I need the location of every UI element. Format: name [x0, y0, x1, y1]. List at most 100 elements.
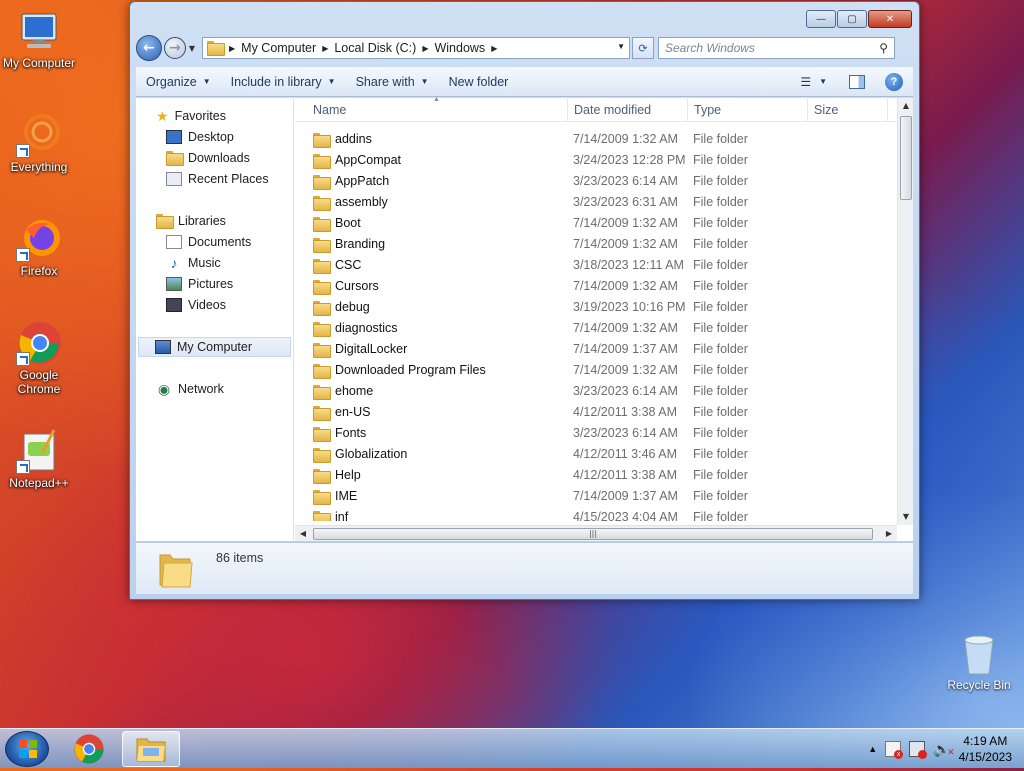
file-row[interactable]: inf 4/15/2023 4:04 AM File folder [295, 507, 897, 521]
nav-music[interactable]: ♪ Music [166, 253, 221, 273]
file-name-cell: Fonts [313, 423, 366, 444]
file-name-cell: en-US [313, 402, 370, 423]
horizontal-scroll-thumb[interactable]: ||| [313, 528, 873, 540]
file-date-modified: 7/14/2009 1:37 AM [573, 342, 678, 356]
file-row[interactable]: diagnostics 7/14/2009 1:32 AM File folder [295, 318, 897, 339]
include-in-library-menu[interactable]: Include in library ▼ [221, 75, 346, 89]
desktop-icon-label: Firefox [20, 264, 58, 278]
desktop-icon [166, 130, 182, 144]
minimize-button[interactable]: — [806, 10, 836, 28]
help-icon: ? [890, 75, 898, 88]
explorer-icon [136, 738, 166, 762]
file-row[interactable]: debug 3/19/2023 10:16 PM File folder [295, 297, 897, 318]
file-row[interactable]: Help 4/12/2011 3:38 AM File folder [295, 465, 897, 486]
column-header-type[interactable]: Type [688, 98, 808, 122]
file-date-modified: 7/14/2009 1:37 AM [573, 489, 678, 503]
file-row[interactable]: ehome 3/23/2023 6:14 AM File folder [295, 381, 897, 402]
action-center-icon[interactable]: x [885, 741, 904, 759]
shortcut-arrow-icon [16, 460, 30, 474]
column-header-size[interactable]: Size [808, 98, 888, 122]
scroll-right-icon[interactable]: ▶ [881, 526, 897, 542]
nav-my-computer[interactable]: My Computer [138, 337, 291, 357]
folder-icon [313, 280, 331, 295]
network-tray-icon[interactable] [909, 741, 928, 759]
navigation-pane: ★ Favorites Desktop Downloads Recent Pla… [136, 98, 294, 541]
file-date-modified: 3/23/2023 6:14 AM [573, 384, 678, 398]
breadcrumb-item[interactable]: Local Disk (C:) [334, 41, 416, 55]
new-folder-button[interactable]: New folder [439, 75, 519, 89]
nav-pictures[interactable]: Pictures [166, 274, 233, 294]
desktop-icon-everything[interactable]: Everything [0, 112, 78, 174]
nav-libraries[interactable]: Libraries [156, 211, 226, 231]
file-row[interactable]: Downloaded Program Files 7/14/2009 1:32 A… [295, 360, 897, 381]
scroll-left-icon[interactable]: ◀ [295, 526, 311, 542]
taskbar-chrome[interactable] [60, 731, 118, 767]
forward-button[interactable]: → [164, 37, 186, 59]
vertical-scrollbar[interactable]: ▲ ▼ [897, 98, 913, 525]
nav-recent-places[interactable]: Recent Places [166, 169, 269, 189]
scroll-up-icon[interactable]: ▲ [898, 98, 914, 114]
nav-desktop[interactable]: Desktop [166, 127, 234, 147]
file-row[interactable]: IME 7/14/2009 1:37 AM File folder [295, 486, 897, 507]
breadcrumb-item[interactable]: Windows [434, 41, 485, 55]
vertical-scroll-thumb[interactable] [900, 116, 912, 200]
show-hidden-icons-button[interactable]: ▲ [868, 744, 877, 754]
breadcrumb-item[interactable]: My Computer [241, 41, 316, 55]
horizontal-scrollbar[interactable]: ◀ ||| ▶ [295, 525, 897, 541]
help-button[interactable]: ? [885, 72, 903, 91]
nav-documents[interactable]: Documents [166, 232, 251, 252]
file-name-cell: Downloaded Program Files [313, 360, 486, 381]
refresh-button[interactable]: ⟳ [632, 37, 654, 59]
search-input[interactable]: Search Windows ⚲ [658, 37, 895, 59]
nav-label: Pictures [188, 277, 234, 291]
desktop-icon-my-computer[interactable]: My Computer [0, 8, 78, 70]
organize-menu[interactable]: Organize ▼ [136, 75, 221, 89]
file-row[interactable]: addins 7/14/2009 1:32 AM File folder [295, 129, 897, 150]
close-button[interactable]: ✕ [868, 10, 912, 28]
desktop-icon-notepad-plus-plus[interactable]: Notepad++ [0, 428, 78, 490]
column-header-date-modified[interactable]: Date modified [568, 98, 688, 122]
share-with-menu[interactable]: Share with ▼ [346, 75, 439, 89]
folder-icon [313, 364, 331, 379]
desktop-icon-label: Recycle Bin [947, 678, 1011, 692]
nav-videos[interactable]: Videos [166, 295, 226, 315]
address-bar[interactable]: ▶ My Computer ▶ Local Disk (C:) ▶ Window… [202, 37, 630, 59]
file-row[interactable]: en-US 4/12/2011 3:38 AM File folder [295, 402, 897, 423]
desktop-icon-google-chrome[interactable]: Google Chrome [0, 320, 78, 396]
nav-favorites[interactable]: ★ Favorites [156, 106, 226, 126]
start-button[interactable] [5, 731, 49, 767]
file-row[interactable]: AppPatch 3/23/2023 6:14 AM File folder [295, 171, 897, 192]
file-row[interactable]: Fonts 3/23/2023 6:14 AM File folder [295, 423, 897, 444]
file-row[interactable]: Boot 7/14/2009 1:32 AM File folder [295, 213, 897, 234]
large-folder-icon [156, 549, 196, 589]
clock[interactable]: 4:19 AM 4/15/2023 [959, 733, 1012, 765]
scroll-down-icon[interactable]: ▼ [898, 509, 914, 525]
file-name: CSC [335, 258, 362, 272]
recent-pages-dropdown[interactable]: ▼ [186, 44, 198, 53]
folder-icon [313, 154, 331, 169]
file-name: assembly [335, 195, 388, 209]
file-row[interactable]: Globalization 4/12/2011 3:46 AM File folde… [295, 444, 897, 465]
view-options-button[interactable]: ☰ ▼ [800, 75, 827, 89]
folder-icon [313, 238, 331, 253]
share-with-label: Share with [355, 74, 415, 89]
file-name-cell: IME [313, 486, 357, 507]
nav-network[interactable]: ◉ Network [156, 379, 224, 399]
file-row[interactable]: Branding 7/14/2009 1:32 AM File folder [295, 234, 897, 255]
taskbar-explorer[interactable] [122, 731, 180, 767]
maximize-button[interactable]: ▢ [837, 10, 867, 28]
file-row[interactable]: assembly 3/23/2023 6:31 AM File folder [295, 192, 897, 213]
desktop-icon-firefox[interactable]: Firefox [0, 216, 78, 278]
file-row[interactable]: AppCompat 3/24/2023 12:28 PM File folder [295, 150, 897, 171]
folder-icon [313, 175, 331, 190]
file-row[interactable]: DigitalLocker 7/14/2009 1:37 AM File folde… [295, 339, 897, 360]
address-dropdown-icon[interactable]: ▼ [617, 42, 625, 51]
back-button[interactable]: ← [136, 35, 162, 61]
file-row[interactable]: CSC 3/18/2023 12:11 AM File folder [295, 255, 897, 276]
column-header-row: Name ▲ Date modified Type Size [295, 96, 897, 122]
file-row[interactable]: Cursors 7/14/2009 1:32 AM File folder [295, 276, 897, 297]
volume-muted-icon[interactable]: 🔈 ✕ [933, 741, 954, 758]
preview-pane-button[interactable] [849, 74, 865, 89]
nav-downloads[interactable]: Downloads [166, 148, 250, 168]
desktop-icon-recycle-bin[interactable]: Recycle Bin [940, 632, 1018, 692]
